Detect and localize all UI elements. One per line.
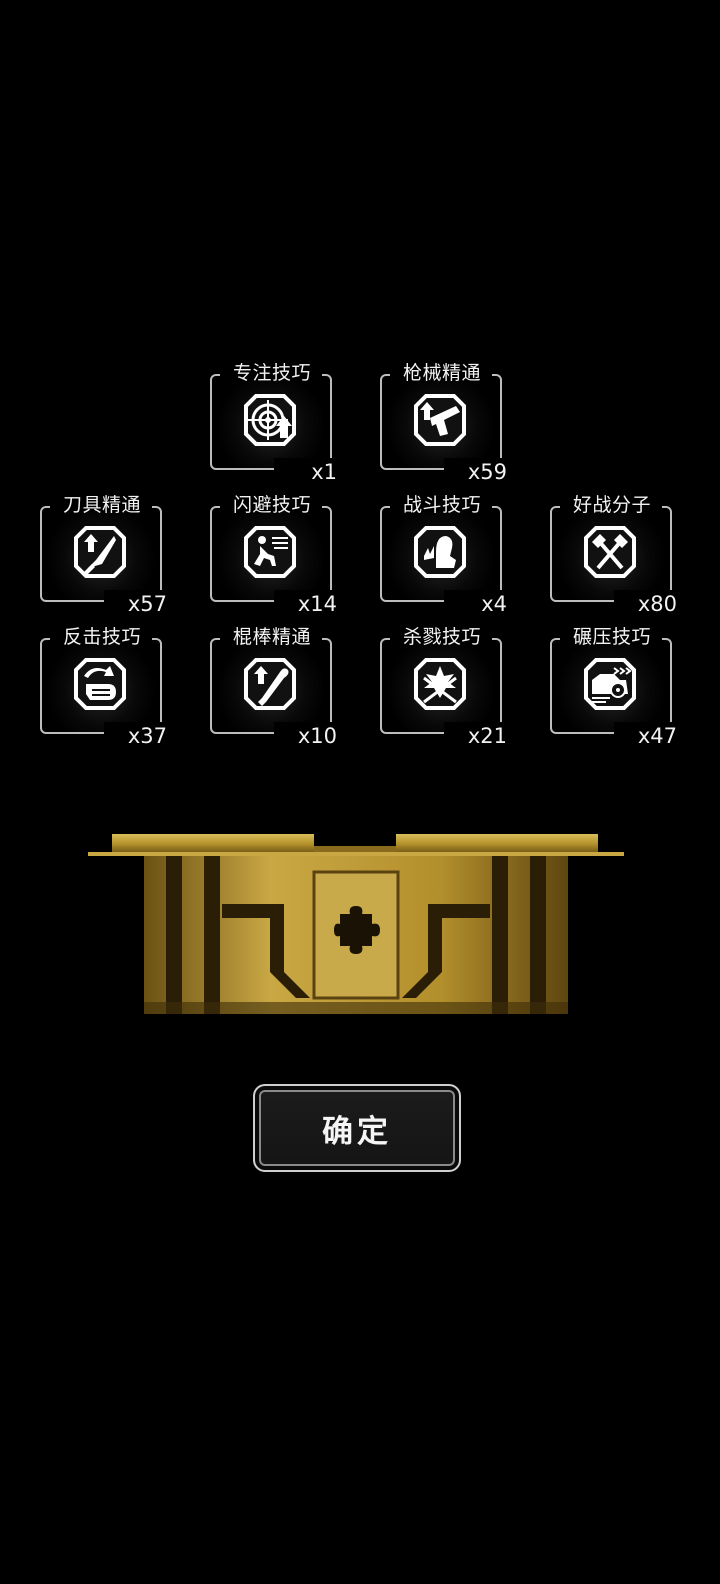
skill-name: 反击技巧 [62,626,141,648]
skill-card-firearms[interactable]: 枪械精通 x59 [378,362,507,484]
confirm-button[interactable]: 确定 [253,1084,461,1172]
skill-card-slaughter[interactable]: 杀戮技巧 x21 [378,626,507,748]
knife-icon [70,522,130,582]
skill-card-crush[interactable]: 碾压技巧 x47 [548,626,677,748]
confirm-button-label: 确定 [322,1113,392,1150]
counter-fist-icon [70,654,130,714]
skill-name: 枪械精通 [402,362,481,384]
focus-target-icon [240,390,300,450]
skill-count: x14 [297,592,337,616]
skill-card-counter[interactable]: 反击技巧 x37 [38,626,167,748]
skill-count: x80 [637,592,677,616]
skill-rewards-grid: 专注技巧 x1 枪械精通 x59 刀具精通 x57 闪避技巧 x14 战斗技巧 … [0,0,720,760]
skill-name: 刀具精通 [62,494,141,516]
golden-reward-chest [88,830,624,1016]
skill-name: 闪避技巧 [232,494,311,516]
skill-name: 碾压技巧 [572,626,651,648]
baseball-bat-icon [240,654,300,714]
skill-name: 棍棒精通 [232,626,311,648]
skill-card-warmonger[interactable]: 好战分子 x80 [548,494,677,616]
skill-card-blades[interactable]: 刀具精通 x57 [38,494,167,616]
skill-card-clubs[interactable]: 棍棒精通 x10 [208,626,337,748]
skill-count: x4 [481,592,507,616]
skill-name: 专注技巧 [232,362,311,384]
pistol-icon [410,390,470,450]
crossed-axes-icon [580,522,640,582]
skill-card-combat[interactable]: 战斗技巧 x4 [378,494,507,616]
skill-card-focus[interactable]: 专注技巧 x1 [208,362,337,484]
skill-name: 杀戮技巧 [402,626,481,648]
car-crush-icon [580,654,640,714]
skill-count: x21 [467,724,507,748]
flexed-arm-icon [410,522,470,582]
skill-card-dodge[interactable]: 闪避技巧 x14 [208,494,337,616]
skill-count: x1 [311,460,337,484]
skill-count: x57 [127,592,167,616]
crossed-blades-icon [410,654,470,714]
skill-count: x37 [127,724,167,748]
skill-count: x47 [637,724,677,748]
skill-count: x59 [467,460,507,484]
dodge-runner-icon [240,522,300,582]
skill-count: x10 [297,724,337,748]
skill-name: 好战分子 [572,494,651,516]
skill-name: 战斗技巧 [402,494,481,516]
